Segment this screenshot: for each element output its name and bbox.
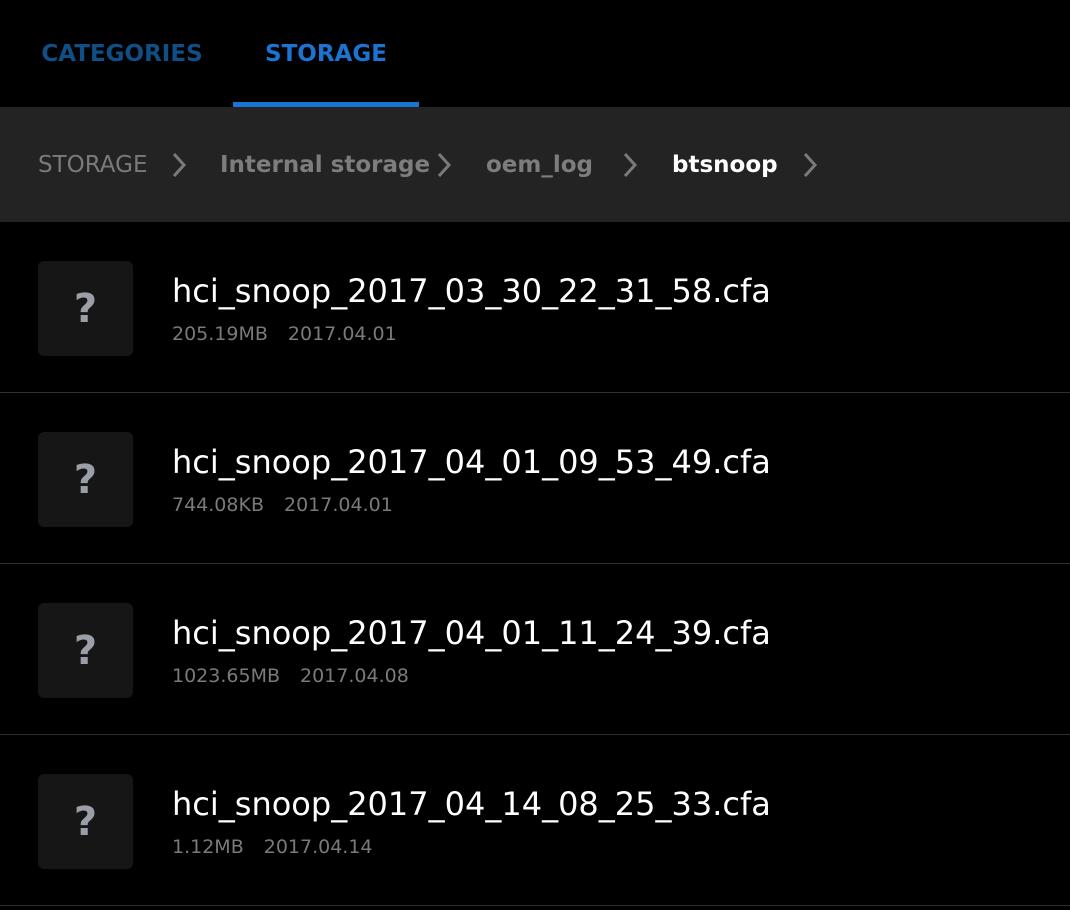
file-name: hci_snoop_2017_04_01_11_24_39.cfa bbox=[172, 614, 771, 652]
tab-storage[interactable]: STORAGE bbox=[233, 0, 419, 108]
file-row[interactable]: ? hci_snoop_2017_03_30_22_31_58.cfa 205.… bbox=[0, 222, 1070, 393]
file-date: 2017.04.08 bbox=[300, 665, 409, 687]
file-row[interactable]: ? hci_snoop_2017_04_01_11_24_39.cfa 1023… bbox=[0, 564, 1070, 735]
breadcrumb-item-storage[interactable]: STORAGE bbox=[38, 108, 148, 222]
file-meta: 205.19MB 2017.04.01 bbox=[172, 323, 397, 345]
file-row[interactable]: ? hci_snoop_2017_04_14_08_25_33.cfa 1.12… bbox=[0, 735, 1070, 906]
breadcrumb-item-internal-storage[interactable]: Internal storage bbox=[220, 108, 430, 222]
unknown-file-icon: ? bbox=[38, 603, 133, 698]
tab-categories[interactable]: CATEGORIES bbox=[18, 0, 226, 108]
breadcrumb-item-btsnoop[interactable]: btsnoop bbox=[672, 108, 778, 222]
file-meta: 744.08KB 2017.04.01 bbox=[172, 494, 393, 516]
file-row[interactable]: ? hci_snoop_2017_04_01_09_53_49.cfa 744.… bbox=[0, 393, 1070, 564]
unknown-file-icon: ? bbox=[38, 261, 133, 356]
file-size: 1023.65MB bbox=[172, 665, 280, 687]
unknown-file-icon: ? bbox=[38, 774, 133, 869]
file-name: hci_snoop_2017_03_30_22_31_58.cfa bbox=[172, 272, 771, 310]
file-size: 1.12MB bbox=[172, 836, 244, 858]
chevron-right-icon bbox=[435, 150, 453, 180]
file-name: hci_snoop_2017_04_14_08_25_33.cfa bbox=[172, 785, 771, 823]
chevron-right-icon bbox=[801, 150, 819, 180]
chevron-right-icon bbox=[621, 150, 639, 180]
file-date: 2017.04.01 bbox=[283, 494, 393, 516]
row-divider bbox=[0, 905, 1070, 906]
file-meta: 1023.65MB 2017.04.08 bbox=[172, 665, 409, 687]
file-date: 2017.04.01 bbox=[287, 323, 397, 345]
breadcrumb-item-oem-log[interactable]: oem_log bbox=[486, 108, 593, 222]
chevron-right-icon bbox=[170, 150, 188, 180]
file-date: 2017.04.14 bbox=[263, 836, 373, 858]
file-name: hci_snoop_2017_04_01_09_53_49.cfa bbox=[172, 443, 771, 481]
tab-bar: CATEGORIES STORAGE bbox=[0, 0, 1070, 108]
file-size: 744.08KB bbox=[172, 494, 264, 516]
breadcrumb: STORAGE Internal storage oem_log btsnoop bbox=[0, 108, 1070, 222]
unknown-file-icon: ? bbox=[38, 432, 133, 527]
file-size: 205.19MB bbox=[172, 323, 268, 345]
file-meta: 1.12MB 2017.04.14 bbox=[172, 836, 373, 858]
